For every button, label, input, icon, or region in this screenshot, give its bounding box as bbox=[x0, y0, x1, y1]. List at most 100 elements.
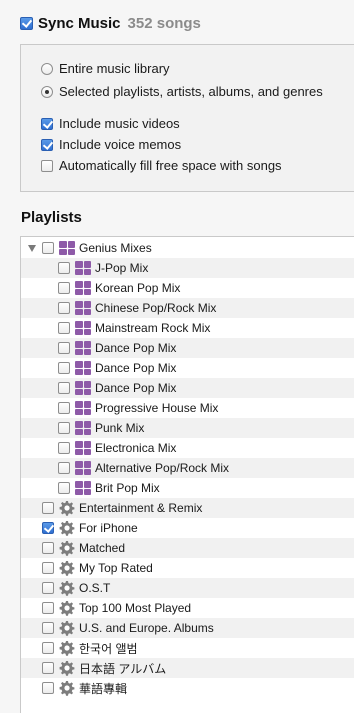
playlist-checkbox[interactable] bbox=[42, 542, 54, 554]
entire-library-option[interactable]: Entire music library bbox=[41, 61, 170, 76]
autofill-label: Automatically fill free space with songs bbox=[59, 158, 282, 173]
playlist-label: 日本語 アルバム bbox=[79, 661, 167, 676]
include-memos-label: Include voice memos bbox=[59, 137, 182, 152]
playlist-checkbox[interactable] bbox=[42, 642, 54, 654]
playlist-checkbox[interactable] bbox=[42, 602, 54, 614]
playlist-label: U.S. and Europe. Albums bbox=[79, 621, 214, 635]
playlist-checkbox[interactable] bbox=[58, 382, 70, 394]
include-memos-option[interactable]: Include voice memos bbox=[41, 137, 181, 152]
playlist-label: Dance Pop Mix bbox=[95, 361, 177, 375]
playlist-row[interactable]: U.S. and Europe. Albums bbox=[21, 618, 354, 638]
playlist-label: Electronica Mix bbox=[95, 441, 177, 455]
include-videos-option[interactable]: Include music videos bbox=[41, 116, 180, 131]
playlist-row[interactable]: O.S.T bbox=[21, 578, 354, 598]
playlist-checkbox[interactable] bbox=[58, 402, 70, 414]
genius-mix-icon bbox=[75, 401, 91, 415]
playlist-row[interactable]: 華語專輯 bbox=[21, 678, 354, 698]
playlist-row[interactable]: Dance Pop Mix bbox=[21, 358, 354, 378]
playlist-label: Dance Pop Mix bbox=[95, 341, 177, 355]
playlist-row[interactable]: Chinese Pop/Rock Mix bbox=[21, 298, 354, 318]
genius-mix-icon bbox=[75, 381, 91, 395]
smart-playlist-gear-icon bbox=[59, 621, 75, 636]
playlist-checkbox[interactable] bbox=[58, 282, 70, 294]
include-videos-label: Include music videos bbox=[59, 116, 180, 131]
playlist-row[interactable]: Mainstream Rock Mix bbox=[21, 318, 354, 338]
playlist-label: 한국어 앨범 bbox=[79, 641, 138, 656]
playlist-label: J-Pop Mix bbox=[95, 261, 149, 275]
playlist-checkbox[interactable] bbox=[58, 302, 70, 314]
playlist-label: Alternative Pop/Rock Mix bbox=[95, 461, 230, 475]
selected-items-label: Selected playlists, artists, albums, and… bbox=[59, 84, 323, 99]
sync-music-header: Sync Music 352 songs bbox=[20, 13, 201, 33]
playlist-checkbox[interactable] bbox=[58, 422, 70, 434]
genius-mix-icon bbox=[75, 421, 91, 435]
playlist-checkbox[interactable] bbox=[58, 362, 70, 374]
playlist-row[interactable]: Progressive House Mix bbox=[21, 398, 354, 418]
playlist-label: Chinese Pop/Rock Mix bbox=[95, 301, 217, 315]
playlist-checkbox[interactable] bbox=[58, 262, 70, 274]
genius-mix-icon bbox=[75, 441, 91, 455]
autofill-option[interactable]: Automatically fill free space with songs bbox=[41, 158, 282, 173]
selected-items-option[interactable]: Selected playlists, artists, albums, and… bbox=[41, 84, 323, 99]
sync-music-checkbox[interactable] bbox=[20, 16, 33, 30]
genius-mix-icon bbox=[59, 241, 75, 255]
sync-options-panel: Entire music library Selected playlists,… bbox=[20, 44, 354, 192]
playlist-checkbox[interactable] bbox=[42, 242, 54, 254]
playlist-label: Dance Pop Mix bbox=[95, 381, 177, 395]
playlist-checkbox[interactable] bbox=[58, 482, 70, 494]
playlist-checkbox[interactable] bbox=[58, 442, 70, 454]
genius-mix-icon bbox=[75, 301, 91, 315]
playlist-row[interactable]: Electronica Mix bbox=[21, 438, 354, 458]
playlist-row[interactable]: Matched bbox=[21, 538, 354, 558]
playlist-label: Genius Mixes bbox=[79, 241, 152, 255]
playlist-row[interactable]: Entertainment & Remix bbox=[21, 498, 354, 518]
playlist-row[interactable]: My Top Rated bbox=[21, 558, 354, 578]
playlist-label: Progressive House Mix bbox=[95, 401, 219, 415]
playlist-checkbox[interactable] bbox=[42, 502, 54, 514]
playlist-row[interactable]: Top 100 Most Played bbox=[21, 598, 354, 618]
disclosure-triangle-icon[interactable] bbox=[28, 244, 36, 252]
include-memos-checkbox[interactable] bbox=[41, 138, 53, 151]
playlist-label: For iPhone bbox=[79, 521, 138, 535]
playlist-checkbox[interactable] bbox=[42, 662, 54, 674]
sync-music-title: Sync Music bbox=[38, 14, 121, 32]
playlist-checkbox[interactable] bbox=[42, 522, 54, 534]
playlist-label: Mainstream Rock Mix bbox=[95, 321, 211, 335]
selected-items-radio[interactable] bbox=[41, 85, 53, 98]
playlist-row[interactable]: Korean Pop Mix bbox=[21, 278, 354, 298]
playlist-label: Top 100 Most Played bbox=[79, 601, 192, 615]
playlist-row[interactable]: For iPhone bbox=[21, 518, 354, 538]
playlist-checkbox[interactable] bbox=[42, 562, 54, 574]
genius-mix-icon bbox=[75, 321, 91, 335]
smart-playlist-gear-icon bbox=[59, 681, 75, 696]
playlist-row[interactable]: 한국어 앨범 bbox=[21, 638, 354, 658]
playlist-row[interactable]: Punk Mix bbox=[21, 418, 354, 438]
playlist-checkbox[interactable] bbox=[58, 322, 70, 334]
playlist-checkbox[interactable] bbox=[42, 622, 54, 634]
genius-mix-icon bbox=[75, 461, 91, 475]
include-videos-checkbox[interactable] bbox=[41, 117, 53, 130]
playlist-label: O.S.T bbox=[79, 581, 111, 595]
playlist-row[interactable]: 日本語 アルバム bbox=[21, 658, 354, 678]
genius-mix-icon bbox=[75, 281, 91, 295]
playlist-row[interactable]: Alternative Pop/Rock Mix bbox=[21, 458, 354, 478]
playlist-label: Entertainment & Remix bbox=[79, 501, 203, 515]
smart-playlist-gear-icon bbox=[59, 501, 75, 516]
playlist-row[interactable]: Brit Pop Mix bbox=[21, 478, 354, 498]
playlists-heading: Playlists bbox=[21, 209, 82, 226]
playlist-checkbox[interactable] bbox=[58, 342, 70, 354]
playlist-row-genius-mixes[interactable]: Genius Mixes bbox=[21, 238, 354, 258]
playlist-label: 華語專輯 bbox=[79, 681, 128, 696]
playlist-label: Brit Pop Mix bbox=[95, 481, 160, 495]
playlist-label: Korean Pop Mix bbox=[95, 281, 181, 295]
playlist-row[interactable]: Dance Pop Mix bbox=[21, 338, 354, 358]
entire-library-radio[interactable] bbox=[41, 62, 53, 75]
playlist-checkbox[interactable] bbox=[58, 462, 70, 474]
playlist-row[interactable]: Dance Pop Mix bbox=[21, 378, 354, 398]
playlist-checkbox[interactable] bbox=[42, 682, 54, 694]
autofill-checkbox[interactable] bbox=[41, 159, 53, 172]
playlist-row[interactable]: J-Pop Mix bbox=[21, 258, 354, 278]
smart-playlist-gear-icon bbox=[59, 581, 75, 596]
playlist-checkbox[interactable] bbox=[42, 582, 54, 594]
smart-playlist-gear-icon bbox=[59, 521, 75, 536]
